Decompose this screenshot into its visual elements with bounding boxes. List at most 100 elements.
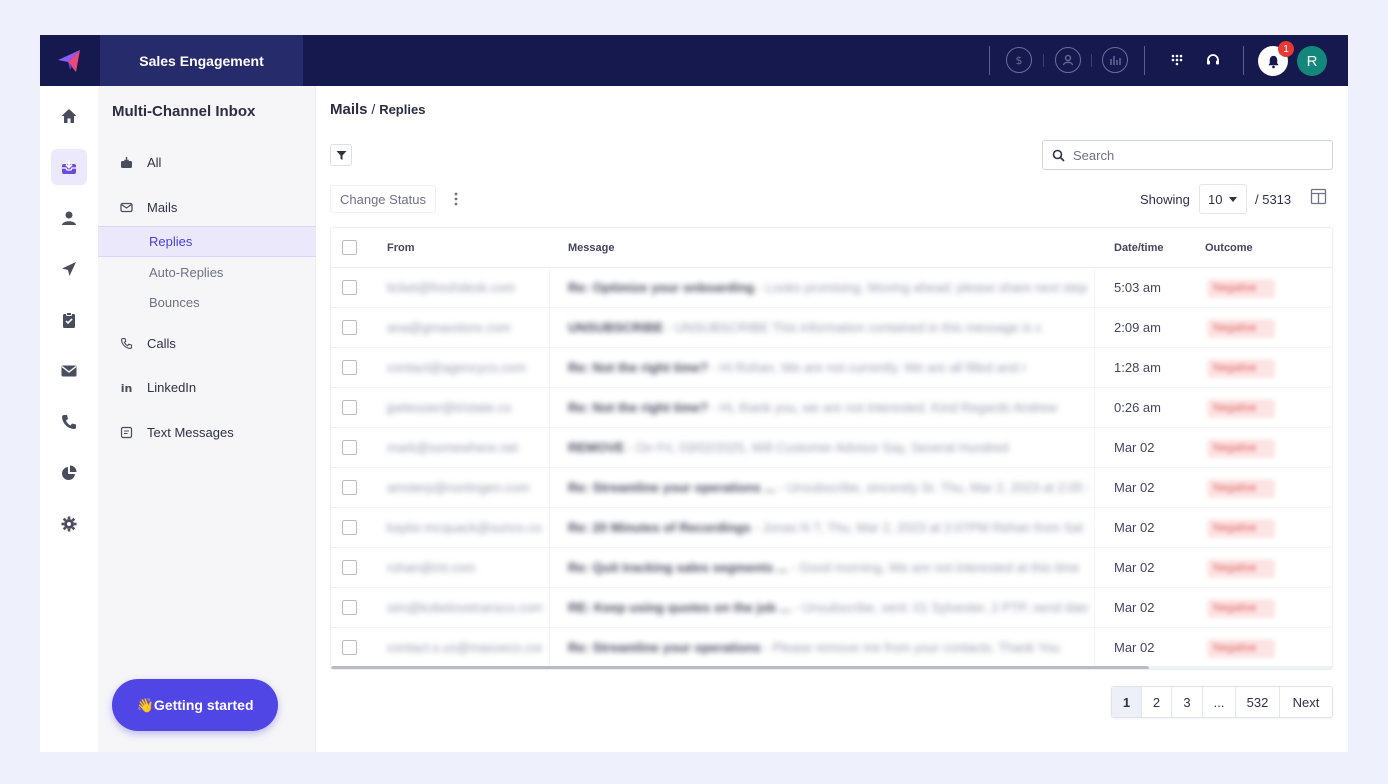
column-header-from[interactable]: From	[387, 242, 415, 254]
row-message-preview: - UNSUBSCRIBE This information contained…	[666, 320, 1042, 335]
sidebar-item-text-messages[interactable]: Text Messages	[98, 418, 316, 446]
row-datetime: 1:28 am	[1114, 360, 1161, 375]
apps-grid-icon[interactable]	[1166, 49, 1188, 71]
total-count: / 5313	[1255, 192, 1292, 207]
row-outcome-badge: Negative	[1207, 559, 1275, 578]
change-status-button[interactable]: Change Status	[330, 185, 437, 213]
table-row[interactable]: rohan@int.com Re: Quit tracking sales seg…	[331, 548, 1332, 588]
table-row[interactable]: ticket@freshdesk.com Re: Optimize your on…	[331, 268, 1332, 308]
row-outcome-label: Negative	[1213, 482, 1257, 494]
column-header-message[interactable]: Message	[568, 242, 614, 254]
home-icon[interactable]	[51, 98, 87, 134]
product-tab[interactable]: Sales Engagement	[100, 35, 303, 86]
sidebar-subitem-replies[interactable]: Replies	[98, 226, 316, 257]
row-message-preview: - Good morning, We are not interested at…	[791, 560, 1080, 575]
sidebar-subitem-auto-replies[interactable]: Auto-Replies	[98, 257, 316, 288]
row-checkbox[interactable]	[342, 560, 357, 575]
sidebar-item-label: Mails	[147, 199, 178, 215]
phone-calls-icon[interactable]	[51, 404, 87, 440]
product-tab-label: Sales Engagement	[139, 52, 264, 69]
table-row[interactable]: sim@kobelovetransco.com RE: Keep using qu…	[331, 588, 1332, 628]
column-divider	[549, 268, 550, 668]
inbox-icon[interactable]	[51, 149, 87, 185]
sidebar-item-all[interactable]: All	[98, 148, 316, 176]
contact-user-icon[interactable]	[1055, 47, 1081, 73]
notifications-button[interactable]: 1	[1258, 41, 1294, 76]
row-message-preview: - Unsubscribe, sincerely Sr. Thu, Mar 2,…	[778, 480, 1088, 495]
search-input[interactable]	[1073, 147, 1313, 163]
sidebar-item-mails[interactable]: Mails	[98, 193, 316, 221]
search-box[interactable]	[1042, 140, 1333, 170]
more-options-kebab-icon[interactable]	[449, 190, 463, 208]
replies-table: From Message Date/time Outcome ticket@fr…	[330, 227, 1333, 670]
scrollbar-thumb[interactable]	[331, 666, 1149, 669]
table-row[interactable]: contact.s.us@maxxeco.com Re: Streamline y…	[331, 628, 1332, 668]
horizontal-scrollbar[interactable]	[331, 666, 1332, 669]
row-checkbox[interactable]	[342, 360, 357, 375]
row-checkbox[interactable]	[342, 440, 357, 455]
row-outcome-badge: Negative	[1207, 359, 1275, 378]
row-datetime: Mar 02	[1114, 440, 1155, 455]
tasks-clipboard-icon[interactable]	[51, 302, 87, 338]
table-row[interactable]: kaylor.mcquack@sunco.com Re: 20 Minutes o…	[331, 508, 1332, 548]
row-message-preview: - On Fri, 03/02/2025, Will Customer Advi…	[627, 440, 1009, 455]
next-page-button[interactable]: Next	[1280, 687, 1332, 717]
row-checkbox[interactable]	[342, 640, 357, 655]
settings-gear-icon[interactable]	[51, 506, 87, 542]
row-message-subject: Re: Streamline your operations	[568, 640, 761, 655]
getting-started-button[interactable]: 👋Getting started	[112, 679, 278, 731]
row-datetime: Mar 02	[1114, 640, 1155, 655]
row-checkbox[interactable]	[342, 400, 357, 415]
row-checkbox[interactable]	[342, 520, 357, 535]
text-message-icon	[119, 425, 133, 439]
filter-button[interactable]	[330, 144, 352, 166]
page-button-1[interactable]: 1	[1112, 687, 1142, 717]
table-row[interactable]: jpelessier@tristate.co Re: Not the right …	[331, 388, 1332, 428]
page-button-2[interactable]: 2	[1142, 687, 1172, 717]
sidebar-item-linkedin[interactable]: in LinkedIn	[98, 373, 316, 401]
user-avatar[interactable]: R	[1297, 46, 1327, 76]
email-envelope-icon[interactable]	[51, 353, 87, 389]
row-from: rohan@int.com	[387, 560, 476, 575]
row-checkbox[interactable]	[342, 280, 357, 295]
row-outcome-label: Negative	[1213, 282, 1257, 294]
row-datetime: Mar 02	[1114, 600, 1155, 615]
send-campaign-icon[interactable]	[51, 251, 87, 287]
page-button-3[interactable]: 3	[1172, 687, 1203, 717]
table-row[interactable]: mark@somewhere.net REMOVE - On Fri, 03/02…	[331, 428, 1332, 468]
contacts-person-icon[interactable]	[51, 200, 87, 236]
column-header-datetime[interactable]: Date/time	[1114, 242, 1164, 254]
sidebar-item-calls[interactable]: Calls	[98, 329, 316, 357]
breadcrumb-current: Replies	[379, 102, 426, 117]
row-checkbox[interactable]	[342, 480, 357, 495]
row-from: jpelessier@tristate.co	[387, 400, 512, 415]
bell-icon	[1267, 55, 1279, 68]
row-message: REMOVE - On Fri, 03/02/2025, Will Custom…	[568, 440, 1088, 455]
row-checkbox[interactable]	[342, 320, 357, 335]
reports-pie-chart-icon[interactable]	[51, 455, 87, 491]
row-from: mark@somewhere.net	[387, 440, 518, 455]
billing-dollar-icon[interactable]: $	[1006, 47, 1032, 73]
analytics-chart-icon[interactable]	[1102, 47, 1128, 73]
row-datetime: Mar 02	[1114, 560, 1155, 575]
table-row[interactable]: ana@gmaxstore.com UNSUBSCRIBE - UNSUBSCRI…	[331, 308, 1332, 348]
table-row[interactable]: amsterp@nortingen.com Re: Streamline your…	[331, 468, 1332, 508]
row-checkbox[interactable]	[342, 600, 357, 615]
page-size-select[interactable]: 10	[1199, 184, 1247, 214]
headset-support-icon[interactable]	[1202, 49, 1224, 71]
page-size-value: 10	[1208, 191, 1223, 207]
page-button-last[interactable]: 532	[1236, 687, 1280, 717]
row-datetime: Mar 02	[1114, 520, 1155, 535]
row-outcome-label: Negative	[1213, 442, 1257, 454]
select-all-checkbox[interactable]	[342, 240, 357, 255]
sidebar-title: Multi-Channel Inbox	[112, 103, 256, 120]
linkedin-icon: in	[119, 380, 133, 394]
table-row[interactable]: contact@agencyco.com Re: Not the right ti…	[331, 348, 1332, 388]
svg-text:$: $	[1016, 54, 1023, 67]
column-header-outcome[interactable]: Outcome	[1205, 242, 1253, 254]
column-layout-icon[interactable]	[1310, 188, 1327, 205]
app-logo[interactable]	[40, 35, 98, 86]
sidebar-subitem-bounces[interactable]: Bounces	[98, 287, 316, 318]
row-outcome-badge: Negative	[1207, 479, 1275, 498]
breadcrumb-parent[interactable]: Mails	[330, 101, 368, 118]
